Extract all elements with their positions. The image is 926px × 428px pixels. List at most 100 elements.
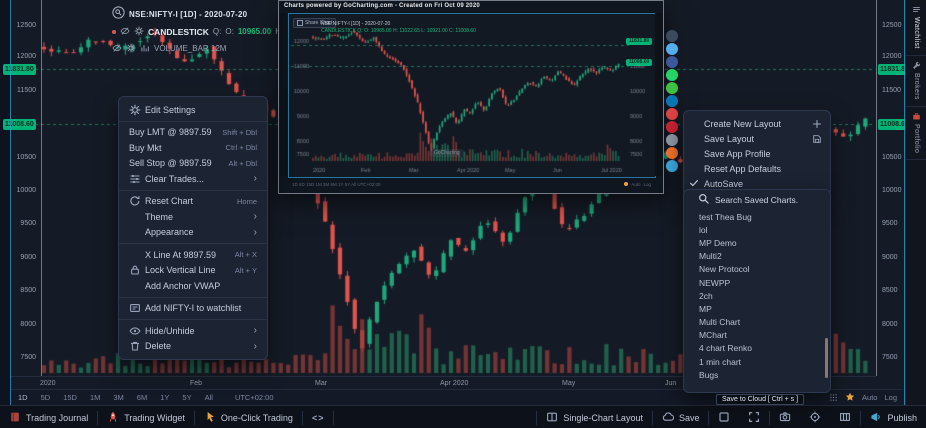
timeframe-6m[interactable]: 6M [137, 393, 147, 402]
log-scale-button[interactable]: Log [884, 393, 897, 402]
menu-item-delete[interactable]: Delete› [119, 339, 267, 355]
target-button[interactable] [800, 406, 830, 428]
menu-item-buy-mkt[interactable]: Buy MktCtrl + Dbl [119, 140, 267, 156]
toolbar-button-label: Publish [887, 413, 917, 423]
timeframe-15d[interactable]: 15D [63, 393, 77, 402]
timeframe-5y[interactable]: 5Y [182, 393, 191, 402]
snapshot-right-strip [655, 13, 662, 176]
scrollbar-thumb[interactable] [825, 338, 828, 378]
menu-item-save-app-profile[interactable]: Save App Profile [684, 146, 830, 161]
grid-settings-icon[interactable] [829, 389, 838, 407]
snapshot-legend-ohlc: CANDLESTICK Q: O: 10965.00 H: 11022.65 L… [321, 28, 476, 34]
menu-item-appearance[interactable]: Appearance› [119, 225, 267, 241]
save-button[interactable]: Save [653, 406, 709, 428]
trading-widget-button[interactable]: Trading Widget [98, 406, 194, 428]
toolbar-separator [333, 411, 334, 425]
price-axis-left[interactable]: 1250012000115001050010000950090008500800… [0, 0, 42, 376]
menu-divider [119, 319, 267, 320]
share-twitter-x-button[interactable] [666, 30, 678, 42]
single-chart-layout-button[interactable]: Single-Chart Layout [537, 406, 652, 428]
menu-item-label: X Line At 9897.59 [145, 250, 229, 260]
price-axis-right[interactable]: 1250012000115001050010000950090008500800… [876, 0, 905, 376]
saved-chart-2ch[interactable]: 2ch [684, 289, 830, 302]
sidebar-tab-watchlist[interactable]: Watchlist [906, 0, 926, 56]
share-pocket-button[interactable] [666, 121, 678, 133]
saved-chart-test-thea-bug[interactable]: test Thea Bug [684, 210, 830, 223]
saved-chart-mchart[interactable]: MChart [684, 329, 830, 342]
timezone-label[interactable]: UTC+02:00 [235, 393, 274, 402]
saved-chart-bugs[interactable]: Bugs [684, 368, 830, 381]
price-tick: 7500 [882, 354, 898, 362]
timeframe-1m[interactable]: 1M [90, 393, 100, 402]
series-settings-icon[interactable] [134, 23, 144, 41]
saved-charts-search-input[interactable]: Search Saved Charts. [684, 190, 830, 210]
saved-chart-4-chart-renko[interactable]: 4 chart Renko [684, 342, 830, 355]
menu-item-add-nifty-i-to-watchlist[interactable]: Add NIFTY-I to watchlist [119, 301, 267, 317]
volume-label: VOLUME_BAR 12M [154, 44, 226, 53]
saved-chart-mp-demo[interactable]: MP Demo [684, 236, 830, 249]
share-reddit-button[interactable] [666, 147, 678, 159]
journal-icon [9, 411, 21, 425]
menu-item-label: Save Layout [704, 134, 754, 144]
hide-series-icon[interactable] [120, 23, 130, 41]
right-sidebar: WatchlistBrokersPortfolio [905, 0, 926, 405]
columns-button[interactable] [830, 406, 860, 428]
one-click-trading-button[interactable]: One-Click Trading [195, 406, 302, 428]
share-pinterest-button[interactable] [666, 108, 678, 120]
saved-chart-new-protocol[interactable]: New Protocol [684, 263, 830, 276]
share-whatsapp-button[interactable] [666, 69, 678, 81]
layout-menu: Create New Layout Save Layout Save App Pro… [683, 110, 831, 197]
publish-button[interactable]: Publish [861, 406, 926, 428]
code-button[interactable]: <> [303, 406, 334, 428]
magnifier-icon[interactable] [112, 6, 125, 24]
menu-item-lock-vertical-line[interactable]: Lock Vertical LineAlt + Y [119, 263, 267, 279]
share-email-button[interactable] [666, 134, 678, 146]
square-button[interactable] [709, 406, 739, 428]
lock-icon [129, 264, 145, 276]
favorite-star-icon[interactable] [845, 389, 855, 407]
menu-item-x-line-at-9897-59[interactable]: X Line At 9897.59Alt + X [119, 247, 267, 263]
share-telegram-button[interactable] [666, 160, 678, 172]
menu-item-hide-unhide[interactable]: Hide/Unhide› [119, 323, 267, 339]
menu-item-create-new-layout[interactable]: Create New Layout [684, 116, 830, 131]
menu-item-theme[interactable]: Theme› [119, 209, 267, 225]
timeframe-1y[interactable]: 1Y [160, 393, 169, 402]
trading-journal-button[interactable]: Trading Journal [0, 406, 97, 428]
menu-item-reset-app-defaults[interactable]: Reset App Defaults [684, 161, 830, 176]
auto-scale-button[interactable]: Auto [862, 393, 877, 402]
saved-chart-lol[interactable]: lol [684, 223, 830, 236]
share-twitter-button[interactable] [666, 43, 678, 55]
sidebar-tab-portfolio[interactable]: Portfolio [906, 107, 926, 160]
hide-volume-icon[interactable] [112, 40, 122, 58]
camera-button[interactable] [770, 406, 800, 428]
menu-item-label: Add NIFTY-I to watchlist [145, 303, 257, 313]
timeframe-all[interactable]: All [205, 393, 213, 402]
menu-item-sell-stop-9897-59[interactable]: Sell Stop @ 9897.59Alt + Dbl [119, 156, 267, 172]
share-linkedin-button[interactable] [666, 95, 678, 107]
menu-item-clear-trades[interactable]: Clear Trades...› [119, 171, 267, 187]
sidebar-tab-brokers[interactable]: Brokers [906, 56, 926, 107]
menu-item-edit-settings[interactable]: Edit Settings [119, 102, 267, 118]
timeframe-1d[interactable]: 1D [18, 393, 28, 402]
shortcut-hint: Shift + Dbl [222, 128, 257, 137]
menu-item-buy-lmt-9897-59[interactable]: Buy LMT @ 9897.59Shift + Dbl [119, 125, 267, 141]
save-tooltip: Save to Cloud [ Ctrl + s ] [716, 394, 804, 405]
expand-button[interactable] [739, 406, 769, 428]
symbol-title: NSE:NIFTY-I [1D] - 2020-07-20 [129, 10, 247, 19]
saved-chart-mp[interactable]: MP [684, 302, 830, 315]
shortcut-hint: Home [237, 197, 257, 206]
share-facebook-button[interactable] [666, 56, 678, 68]
toolbar-button-label: Single-Chart Layout [563, 413, 643, 423]
saved-chart-multi-chart[interactable]: Multi Chart [684, 316, 830, 329]
saved-chart-multi2[interactable]: Multi2 [684, 250, 830, 263]
timeframe-3m[interactable]: 3M [113, 393, 123, 402]
share-wechat-button[interactable] [666, 82, 678, 94]
saved-chart-newpp[interactable]: NEWPP [684, 276, 830, 289]
menu-item-add-anchor-vwap[interactable]: Add Anchor VWAP [119, 278, 267, 294]
saved-chart-1-min-chart[interactable]: 1 min chart [684, 355, 830, 368]
volume-settings-icon[interactable] [126, 40, 136, 58]
timeframe-5d[interactable]: 5D [41, 393, 51, 402]
menu-item-save-layout[interactable]: Save Layout [684, 131, 830, 146]
menu-item-reset-chart[interactable]: Reset ChartHome [119, 194, 267, 210]
volume-bars-icon[interactable] [140, 40, 150, 58]
